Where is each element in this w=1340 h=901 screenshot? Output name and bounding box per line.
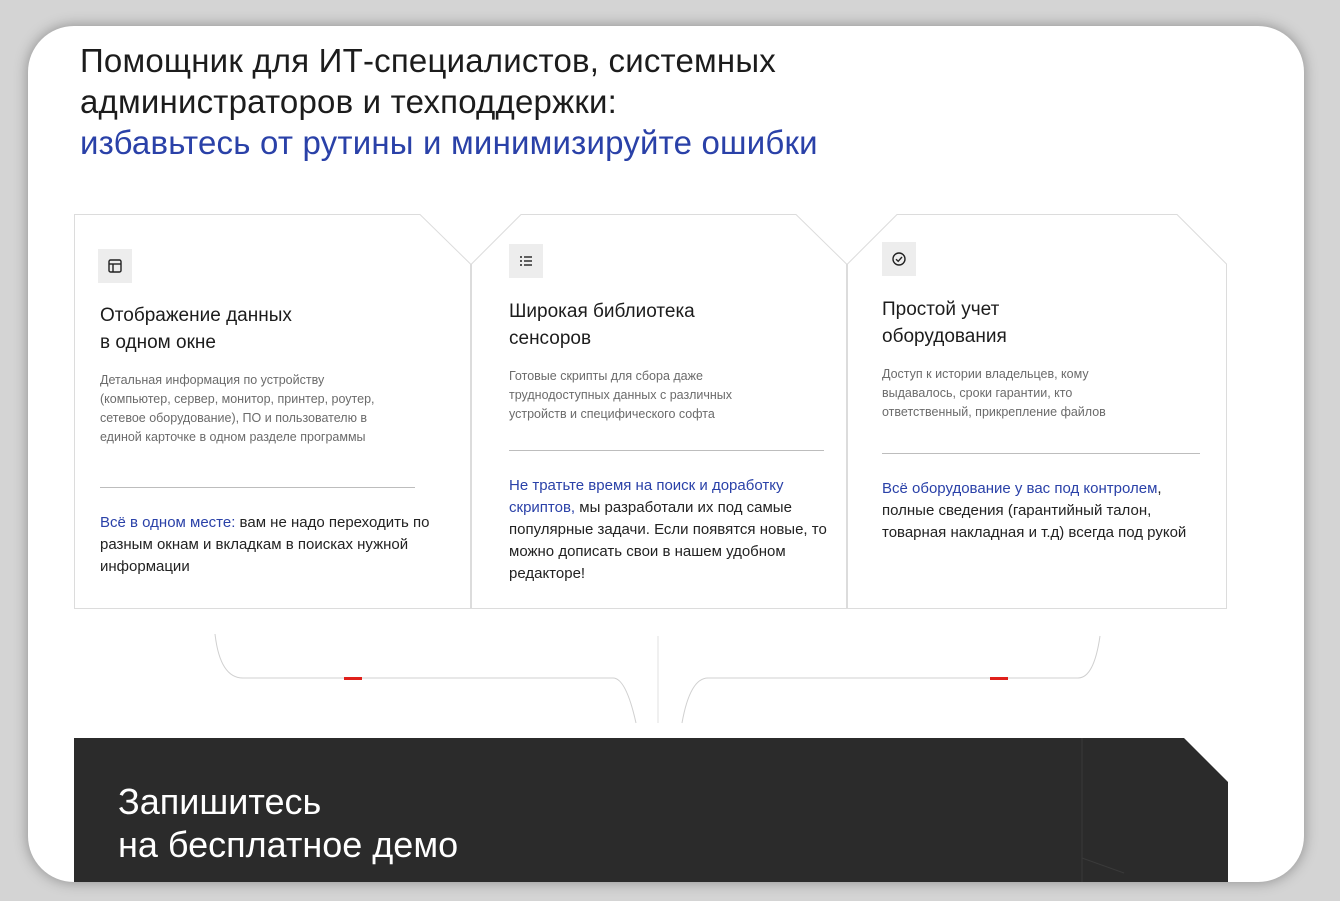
page-frame: Помощник для ИТ-специалистов, системных … bbox=[28, 26, 1304, 882]
cta-title[interactable]: Запишитесь на бесплатное демо bbox=[118, 780, 458, 866]
connector-marker-right bbox=[990, 677, 1008, 680]
connector-marker-left bbox=[344, 677, 362, 680]
cta-line-2: на бесплатное демо bbox=[118, 824, 459, 865]
cta-line-1: Запишитесь bbox=[118, 781, 322, 822]
